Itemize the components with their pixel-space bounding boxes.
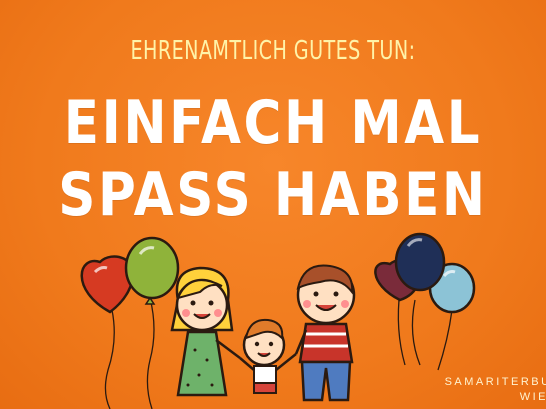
brand-text-line-2: WIE: [519, 391, 546, 403]
navy-balloon: [394, 232, 446, 292]
girl-figure: [170, 266, 241, 397]
left-balloons: [80, 236, 180, 314]
boy-figure: [239, 318, 297, 394]
poster-card: EHRENAMTLICH GUTES TUN: EINFACH MAL SPAS…: [0, 0, 546, 409]
man-figure: [294, 264, 356, 402]
right-balloons: [374, 232, 476, 314]
family-balloons-illustration: [80, 232, 476, 409]
brand-text-line-1: SAMARITERBUN: [444, 376, 546, 388]
